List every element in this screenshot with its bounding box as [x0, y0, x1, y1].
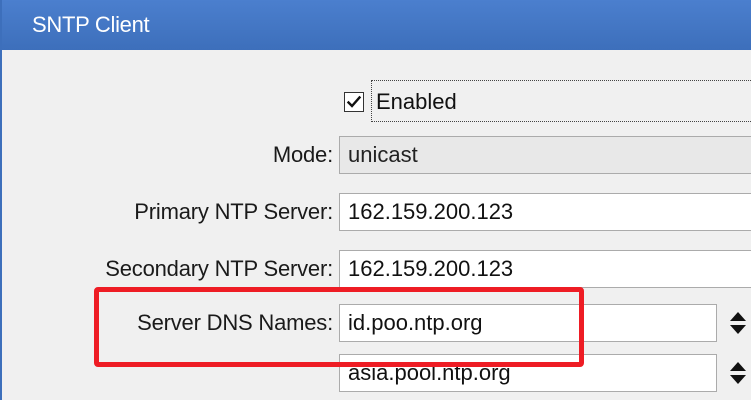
enabled-row[interactable]: Enabled [339, 80, 751, 124]
secondary-ntp-server-input[interactable]: 162.159.200.123 [339, 250, 751, 288]
mode-label: Mode: [272, 142, 333, 167]
secondary-ntp-server-label: Secondary NTP Server: [105, 256, 333, 281]
mode-field[interactable]: unicast [339, 136, 751, 174]
primary-ntp-server-input[interactable]: 162.159.200.123 [339, 193, 751, 231]
form-content: Enabled Mode: unicast Primary NTP Server… [2, 50, 751, 400]
primary-ntp-server-label: Primary NTP Server: [134, 199, 333, 224]
window-titlebar[interactable]: SNTP Client [2, 0, 751, 50]
up-down-arrows-icon[interactable] [729, 361, 747, 385]
checkmark-icon [346, 95, 362, 108]
window-title: SNTP Client [32, 12, 150, 37]
sntp-client-window: SNTP Client Enabled Mode: unicast Primar… [0, 0, 751, 400]
server-dns-names-label: Server DNS Names: [137, 310, 333, 335]
server-dns-name-input-1[interactable]: id.poo.ntp.org [339, 304, 717, 342]
enabled-checkbox[interactable] [344, 92, 364, 112]
up-down-arrows-icon[interactable] [729, 311, 747, 335]
enabled-label[interactable]: Enabled [371, 80, 751, 122]
server-dns-name-input-2[interactable]: asia.pool.ntp.org [339, 354, 717, 392]
